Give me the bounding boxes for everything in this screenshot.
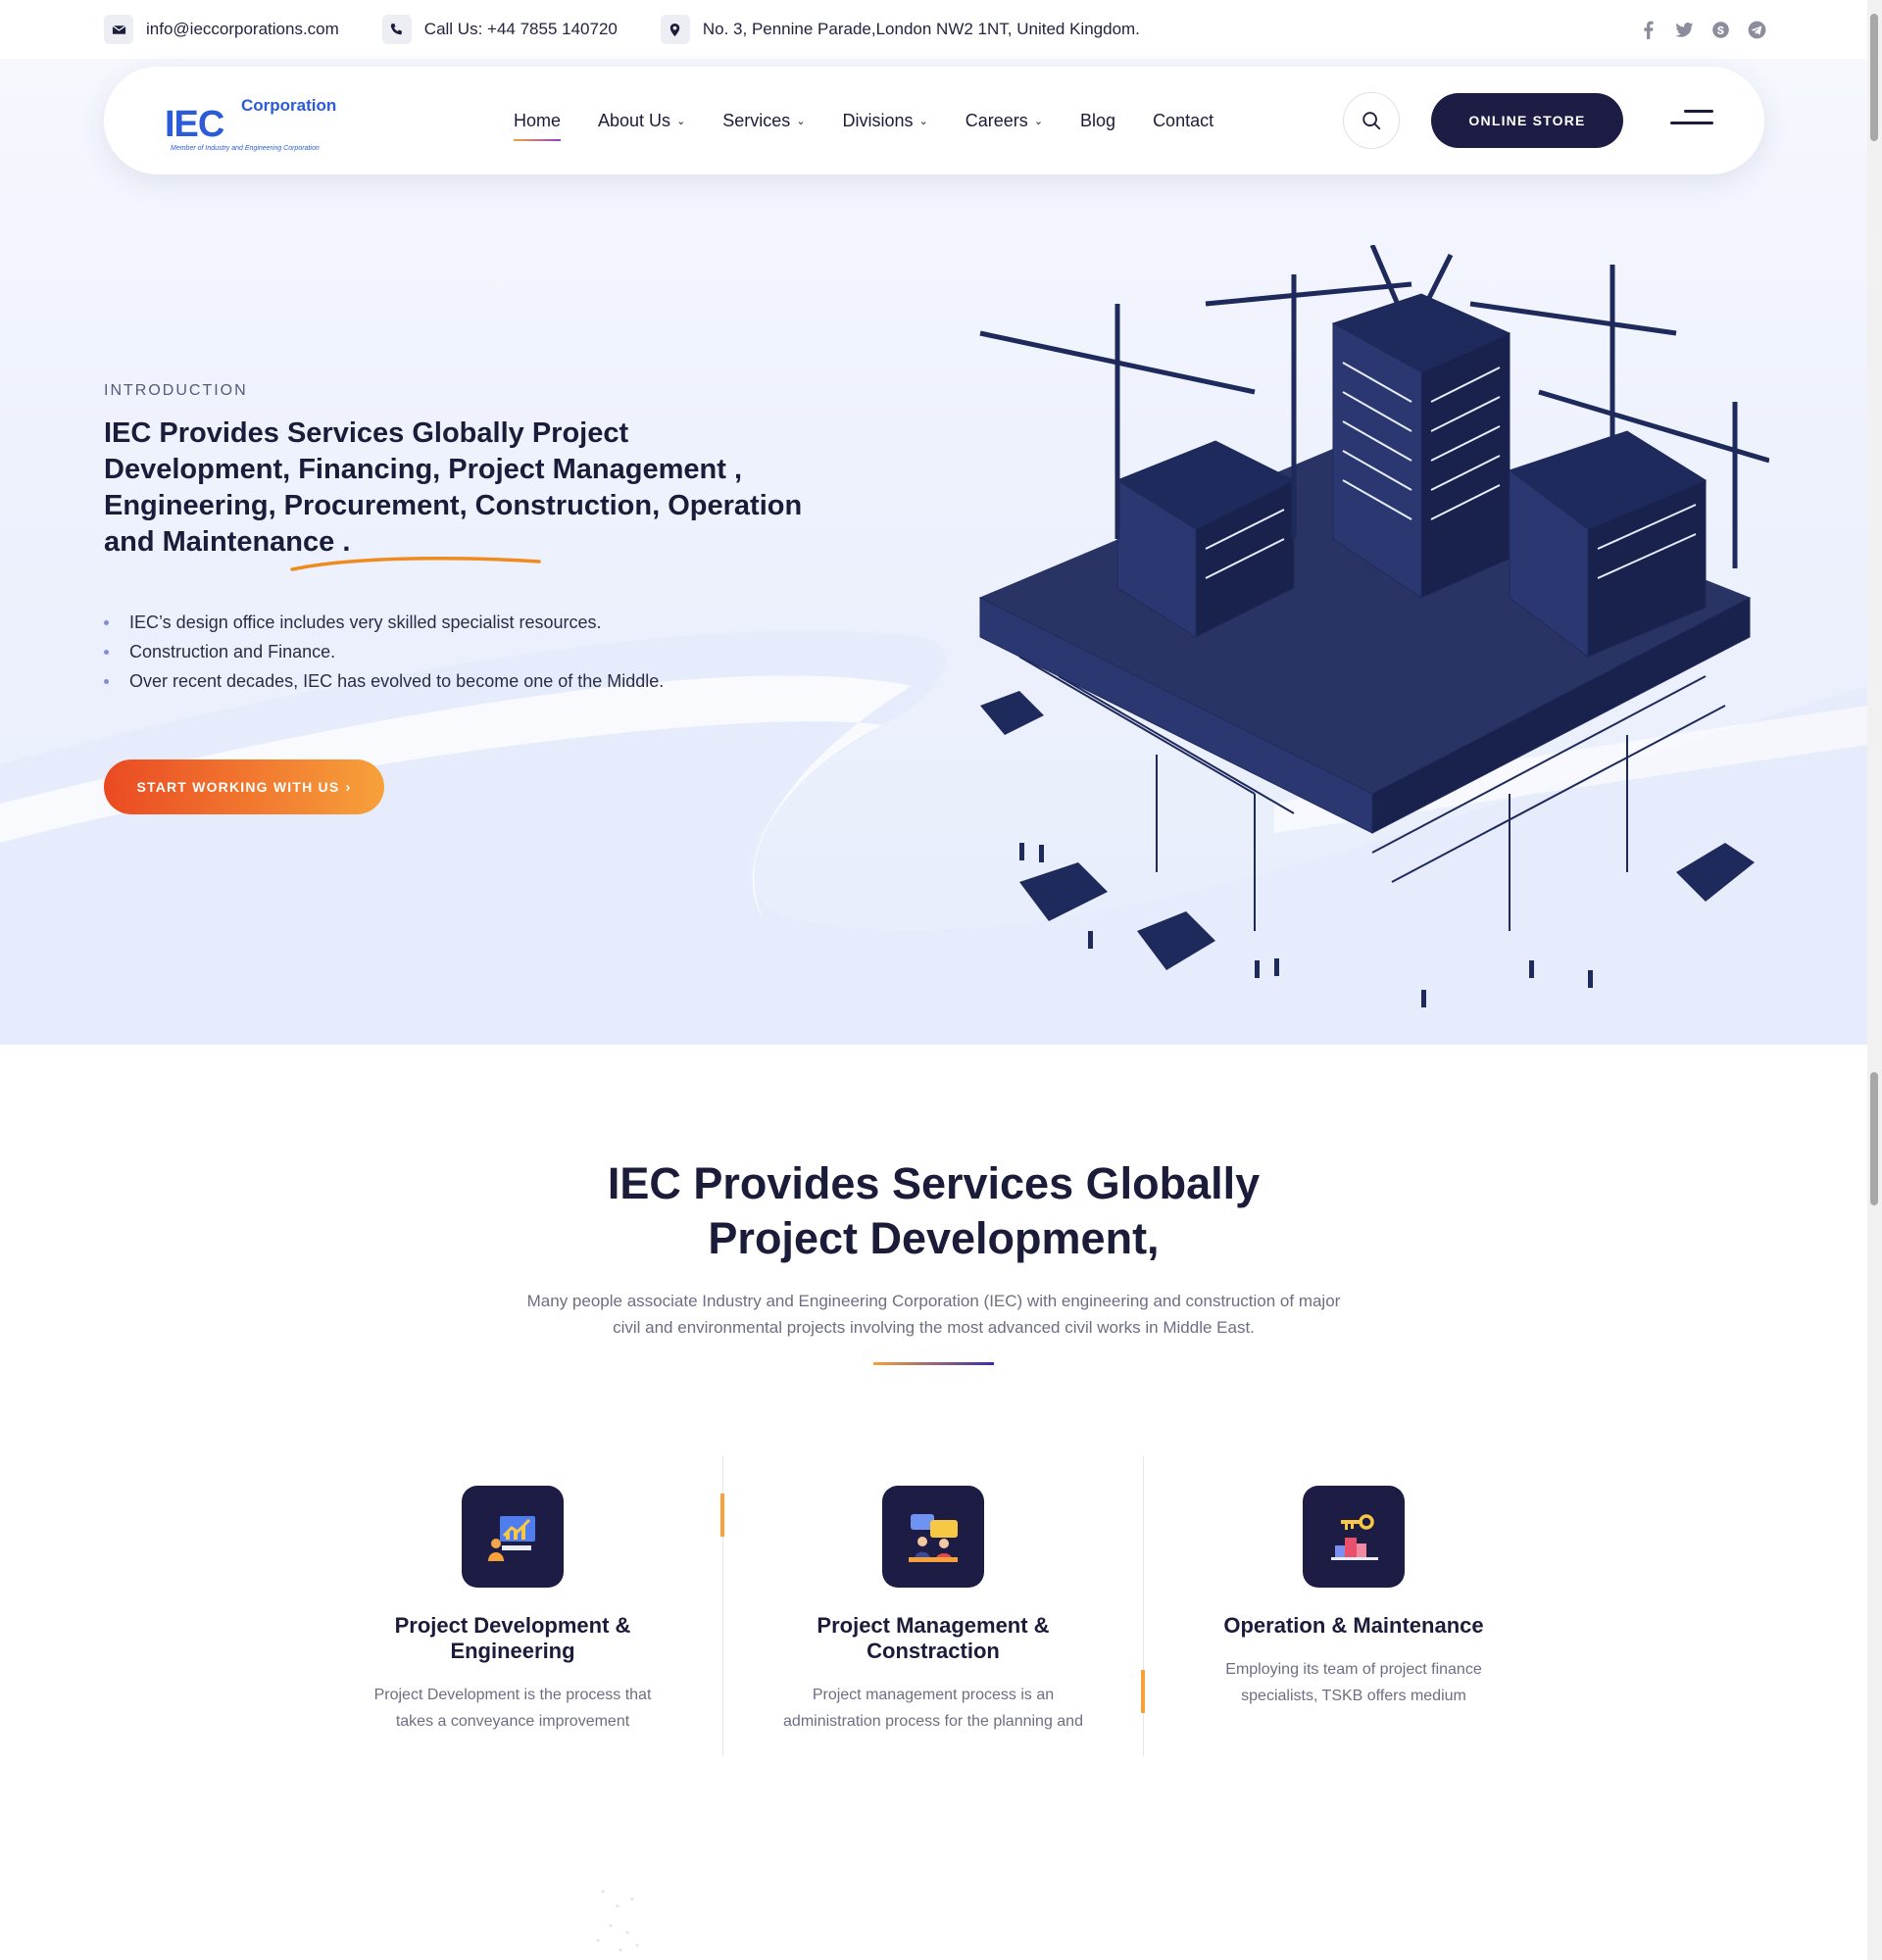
- list-item: IEC’s design office includes very skille…: [104, 608, 664, 637]
- address-text: No. 3, Pennine Parade,London NW2 1NT, Un…: [702, 20, 1140, 38]
- search-icon: [1362, 112, 1381, 130]
- nav-home[interactable]: Home: [514, 110, 562, 141]
- chart-presentation-icon: [462, 1486, 564, 1588]
- page-scrollbar[interactable]: [1867, 0, 1882, 1960]
- decorative-dots: [596, 1889, 639, 1952]
- list-item: Construction and Finance.: [104, 637, 664, 666]
- service-card-project-development[interactable]: Project Development & Engineering Projec…: [303, 1456, 722, 1756]
- card-title: Project Development & Engineering: [303, 1613, 722, 1664]
- section-divider: [873, 1362, 994, 1365]
- card-title-line2: Constraction: [867, 1639, 1000, 1663]
- nav-blog[interactable]: Blog: [1080, 111, 1115, 131]
- location-pin-icon: [660, 15, 690, 44]
- card-text-line2: takes a conveyance improvement: [395, 1713, 630, 1730]
- nav-divisions-label: Divisions: [842, 110, 914, 130]
- scrollbar-thumb[interactable]: [1870, 1072, 1878, 1205]
- facebook-icon[interactable]: [1637, 19, 1659, 41]
- nav-blog-label: Blog: [1080, 110, 1116, 130]
- services-title-line1: IEC Provides Services Globally: [607, 1158, 1261, 1208]
- card-text: Employing its team of project finance sp…: [1164, 1656, 1544, 1709]
- services-description: Many people associate Industry and Engin…: [0, 1288, 1867, 1341]
- key-blocks-icon: [1303, 1486, 1405, 1588]
- nav-careers[interactable]: Careers ⌄: [966, 111, 1043, 131]
- address-contact: No. 3, Pennine Parade,London NW2 1NT, Un…: [660, 15, 1140, 44]
- services-section-title: IEC Provides Services Globally Project D…: [0, 1156, 1867, 1266]
- nav-about-label: About Us: [598, 110, 671, 130]
- nav-careers-label: Careers: [965, 110, 1028, 130]
- list-item: Over recent decades, IEC has evolved to …: [104, 666, 664, 696]
- cta-label: START WORKING WITH US: [136, 779, 340, 795]
- card-title: Project Management & Constraction: [723, 1613, 1143, 1664]
- construction-illustration: [978, 245, 1769, 1007]
- hero-bullet-list: IEC’s design office includes very skille…: [104, 608, 664, 696]
- nav-contact[interactable]: Contact: [1153, 111, 1213, 131]
- card-text: Project management process is an adminis…: [743, 1682, 1123, 1735]
- nav-home-label: Home: [514, 110, 562, 130]
- meeting-chat-icon: [882, 1486, 984, 1588]
- social-links: [1637, 19, 1768, 41]
- email-contact[interactable]: info@ieccorporations.com: [104, 15, 339, 44]
- chevron-right-icon: ›: [345, 778, 352, 796]
- envelope-icon: [104, 15, 133, 44]
- services-desc-line2: civil and environmental projects involvi…: [613, 1318, 1255, 1337]
- phone-text[interactable]: Call Us: +44 7855 140720: [424, 20, 618, 39]
- start-working-button[interactable]: START WORKING WITH US ›: [104, 760, 384, 814]
- logo-main-text: IEC: [165, 104, 224, 145]
- service-card-project-management[interactable]: Project Management & Constraction Projec…: [723, 1456, 1143, 1756]
- chevron-down-icon: ⌄: [676, 114, 686, 127]
- online-store-button[interactable]: ONLINE STORE: [1431, 93, 1623, 148]
- phone-icon: [381, 15, 412, 44]
- logo-sub-text: Corporation: [241, 96, 337, 115]
- skype-icon[interactable]: [1709, 19, 1732, 41]
- nav-contact-label: Contact: [1153, 110, 1214, 130]
- nav-about-us[interactable]: About Us ⌄: [598, 111, 685, 131]
- card-text-line1: Project management process is an: [812, 1687, 1055, 1703]
- top-contact-bar: info@ieccorporations.com Call Us: +44 78…: [104, 14, 1768, 45]
- card-title-line1: Project Management &: [817, 1613, 1050, 1638]
- card-text-line2: administration process for the planning …: [783, 1713, 1083, 1730]
- title-underline-decoration: [290, 556, 541, 571]
- chevron-down-icon: ⌄: [918, 114, 928, 127]
- nav-services[interactable]: Services ⌄: [722, 111, 805, 131]
- services-title-line2: Project Development,: [708, 1213, 1160, 1263]
- service-card-operation-maintenance[interactable]: Operation & Maintenance Employing its te…: [1144, 1456, 1563, 1756]
- search-button[interactable]: [1343, 92, 1400, 149]
- main-header: IEC Corporation Member of Industry and E…: [104, 67, 1764, 174]
- intro-label: INTRODUCTION: [104, 382, 248, 399]
- card-text: Project Development is the process that …: [322, 1682, 703, 1735]
- menu-icon[interactable]: [1670, 108, 1713, 133]
- chevron-down-icon: ⌄: [1033, 114, 1044, 127]
- card-title: Operation & Maintenance: [1223, 1613, 1484, 1638]
- phone-contact[interactable]: Call Us: +44 7855 140720: [381, 15, 618, 44]
- card-text-line1: Employing its team of project finance: [1225, 1661, 1482, 1678]
- scrollbar-thumb[interactable]: [1870, 14, 1878, 141]
- telegram-icon[interactable]: [1746, 19, 1768, 41]
- main-nav: Home About Us ⌄ Services ⌄ Divisions ⌄ Care…: [514, 67, 1213, 174]
- services-desc-line1: Many people associate Industry and Engin…: [526, 1292, 1341, 1310]
- card-title-line1: Project Development &: [394, 1613, 631, 1638]
- card-text-line1: Project Development is the process that: [373, 1687, 652, 1703]
- logo-tagline: Member of Industry and Engineering Corpo…: [171, 145, 320, 152]
- company-logo[interactable]: IEC Corporation Member of Industry and E…: [165, 94, 361, 153]
- nav-services-label: Services: [722, 110, 791, 130]
- hero-title: IEC Provides Services Globally Project D…: [104, 417, 803, 558]
- email-text[interactable]: info@ieccorporations.com: [146, 20, 339, 39]
- twitter-icon[interactable]: [1673, 19, 1696, 41]
- nav-divisions[interactable]: Divisions ⌄: [843, 111, 928, 131]
- card-title-line2: Engineering: [450, 1639, 575, 1663]
- card-text-line2: specialists, TSKB offers medium: [1241, 1688, 1466, 1704]
- chevron-down-icon: ⌄: [796, 114, 806, 127]
